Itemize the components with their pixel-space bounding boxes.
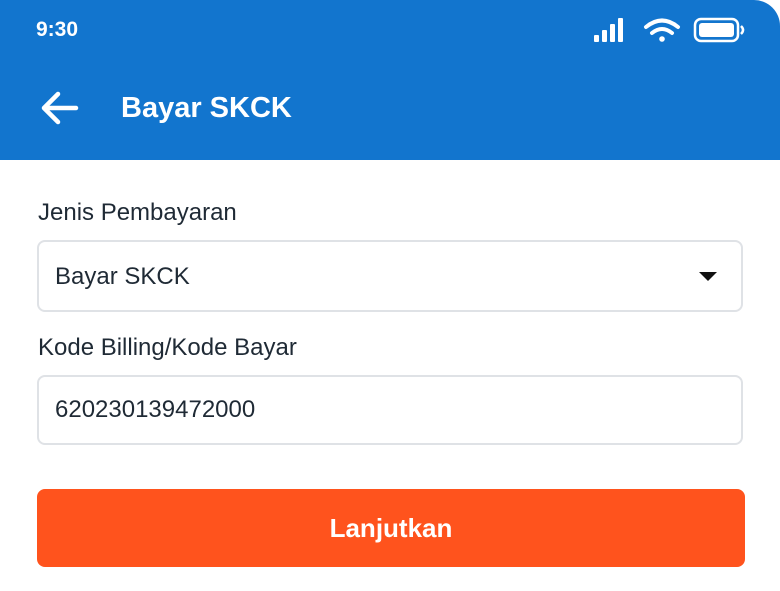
billing-code-field[interactable]	[37, 375, 743, 445]
payment-form: Jenis Pembayaran Bayar SKCK Kode Billing…	[0, 160, 780, 570]
back-arrow-icon	[41, 91, 79, 125]
payment-type-dropdown[interactable]: Bayar SKCK	[37, 240, 743, 312]
billing-code-input[interactable]	[55, 377, 715, 443]
battery-icon	[693, 17, 745, 43]
app-header: 9:30 Bayar SKCK	[0, 0, 780, 160]
payment-type-value: Bayar SKCK	[55, 263, 190, 290]
back-button[interactable]	[36, 86, 84, 130]
cellular-signal-icon	[594, 18, 623, 42]
bottom-spacer	[0, 570, 780, 591]
billing-code-label: Kode Billing/Kode Bayar	[38, 334, 297, 361]
payment-type-label: Jenis Pembayaran	[38, 199, 237, 226]
continue-button[interactable]: Lanjutkan	[37, 489, 745, 567]
status-time: 9:30	[36, 18, 79, 41]
page-title: Bayar SKCK	[121, 92, 292, 124]
status-icons	[594, 17, 745, 43]
dropdown-caret-icon	[699, 272, 717, 281]
wifi-icon	[644, 18, 680, 42]
mobile-screen: 9:30 Bayar SKCK Jenis Pembayaran Bayar S…	[0, 0, 780, 591]
